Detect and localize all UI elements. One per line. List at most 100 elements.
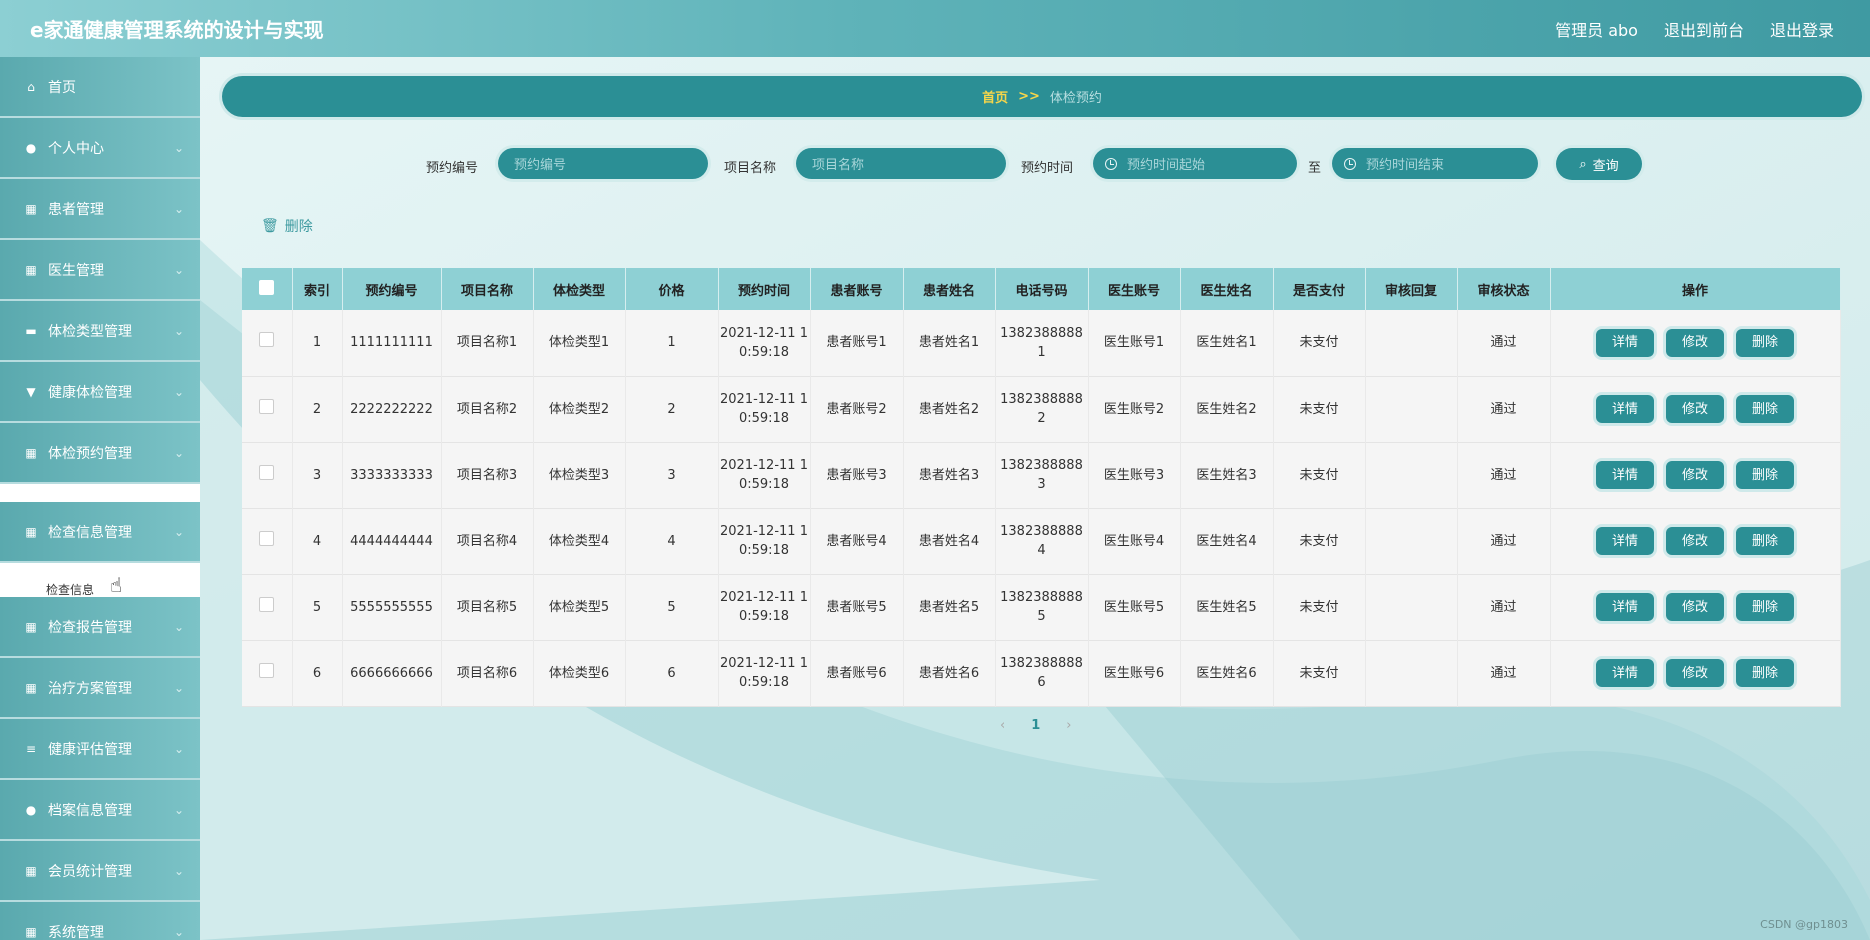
breadcrumb-separator: >>: [1018, 89, 1040, 104]
back-to-front-link[interactable]: 退出到前台: [1664, 17, 1744, 41]
cell-reply: [1365, 310, 1458, 376]
cell-actions: 详情 修改 删除: [1550, 376, 1841, 442]
cell-paid: 未支付: [1273, 640, 1366, 706]
detail-button[interactable]: 详情: [1596, 593, 1654, 621]
submenu-strip: [0, 484, 200, 502]
cell-dacc: 医生账号3: [1088, 442, 1181, 508]
select-all-cell[interactable]: [242, 268, 293, 310]
sidebar-item-member-stats[interactable]: ▦ 会员统计管理 ⌄: [0, 841, 200, 902]
row-select-cell[interactable]: [242, 574, 293, 640]
query-button[interactable]: ⌕ 查询: [1556, 148, 1642, 180]
next-page-button[interactable]: ›: [1066, 718, 1071, 733]
row-checkbox[interactable]: [259, 596, 275, 612]
delete-button[interactable]: 删除: [1736, 461, 1794, 489]
sidebar-item-doctors[interactable]: ▦ 医生管理 ⌄: [0, 240, 200, 301]
appointment-no-input[interactable]: 预约编号: [498, 148, 708, 179]
delete-button[interactable]: 删除: [1736, 527, 1794, 555]
sidebar-item-archives[interactable]: ● 档案信息管理 ⌄: [0, 780, 200, 841]
row-select-cell[interactable]: [242, 310, 293, 376]
table-header-row: 索引 预约编号 项目名称 体检类型 价格 预约时间 患者账号 患者姓名 电话号码…: [242, 268, 1841, 310]
logout-link[interactable]: 退出登录: [1770, 17, 1834, 41]
cell-dacc: 医生账号5: [1088, 574, 1181, 640]
cell-type: 体检类型2: [533, 376, 626, 442]
delete-button[interactable]: 删除: [1736, 328, 1794, 357]
detail-button[interactable]: 详情: [1596, 328, 1654, 357]
edit-button[interactable]: 修改: [1666, 461, 1724, 489]
cell-pacc: 患者账号5: [810, 574, 904, 640]
top-bar: e家通健康管理系统的设计与实现 管理员 abo 退出到前台 退出登录: [0, 0, 1870, 57]
sidebar-item-exam-appointments[interactable]: ▦ 体检预约管理 ⌄: [0, 423, 200, 484]
ticket-icon: ▬: [25, 323, 37, 338]
row-checkbox[interactable]: [259, 530, 275, 546]
row-select-cell[interactable]: [242, 376, 293, 442]
row-checkbox[interactable]: [259, 398, 275, 414]
row-select-cell[interactable]: [242, 640, 293, 706]
time-start-input[interactable]: 预约时间起始: [1093, 148, 1297, 179]
cell-name: 项目名称3: [441, 442, 534, 508]
table-row: 5 5555555555 项目名称5 体检类型5 5 2021-12-11 10:59:1…: [242, 574, 1841, 640]
breadcrumb-home[interactable]: 首页: [982, 87, 1008, 106]
select-all-checkbox[interactable]: [259, 279, 275, 295]
cell-phone: 13823888883: [995, 442, 1089, 508]
row-select-cell[interactable]: [242, 442, 293, 508]
delete-button[interactable]: 删除: [1736, 659, 1794, 687]
sidebar-item-label: 健康体检管理: [48, 384, 132, 401]
detail-button[interactable]: 详情: [1596, 527, 1654, 555]
row-checkbox[interactable]: [259, 662, 275, 678]
batch-delete-button[interactable]: 🗑 删除: [261, 216, 313, 236]
sidebar-item-health-exams[interactable]: ▼ 健康体检管理 ⌄: [0, 362, 200, 423]
sidebar-item-exam-reports[interactable]: ▦ 检查报告管理 ⌄: [0, 597, 200, 658]
sidebar-item-exam-info[interactable]: ▦ 检查信息管理 ⌄: [0, 502, 200, 563]
edit-button[interactable]: 修改: [1666, 328, 1724, 357]
edit-button[interactable]: 修改: [1666, 527, 1724, 555]
row-checkbox[interactable]: [259, 464, 275, 480]
cell-no: 3333333333: [342, 442, 442, 508]
column-header: 医生账号: [1088, 268, 1181, 310]
delete-label: 删除: [284, 219, 313, 235]
project-name-input[interactable]: 项目名称: [796, 148, 1006, 179]
detail-button[interactable]: 详情: [1596, 659, 1654, 687]
detail-button[interactable]: 详情: [1596, 395, 1654, 423]
table-row: 2 2222222222 项目名称2 体检类型2 2 2021-12-11 10:59:1…: [242, 376, 1841, 442]
prev-page-button[interactable]: ‹: [1000, 718, 1005, 733]
detail-button[interactable]: 详情: [1596, 461, 1654, 489]
submenu-item-exam-info[interactable]: 检查信息: [0, 563, 200, 597]
watermark: CSDN @gp1803: [1760, 918, 1848, 931]
cell-status: 通过: [1457, 574, 1551, 640]
cell-dname: 医生姓名4: [1180, 508, 1274, 574]
cell-pname: 患者姓名4: [903, 508, 996, 574]
column-header: 患者账号: [810, 268, 904, 310]
cell-status: 通过: [1457, 508, 1551, 574]
appointment-no-label: 预约编号: [426, 161, 479, 176]
cell-idx: 1: [292, 310, 343, 376]
sidebar-item-home[interactable]: ⌂ 首页: [0, 57, 200, 118]
table-row: 3 3333333333 项目名称3 体检类型3 3 2021-12-11 10:59:1…: [242, 442, 1841, 508]
sidebar-item-label: 系统管理: [48, 924, 104, 940]
sidebar-item-patients[interactable]: ▦ 患者管理 ⌄: [0, 179, 200, 240]
sidebar-item-treatment-plans[interactable]: ▦ 治疗方案管理 ⌄: [0, 658, 200, 719]
time-end-input[interactable]: 预约时间结束: [1332, 148, 1538, 179]
sidebar-item-exam-types[interactable]: ▬ 体检类型管理 ⌄: [0, 301, 200, 362]
cell-actions: 详情 修改 删除: [1550, 640, 1841, 706]
edit-button[interactable]: 修改: [1666, 659, 1724, 687]
sidebar-item-system[interactable]: ▦ 系统管理 ⌄: [0, 902, 200, 940]
edit-button[interactable]: 修改: [1666, 395, 1724, 423]
row-select-cell[interactable]: [242, 508, 293, 574]
column-header: 预约时间: [718, 268, 811, 310]
cell-time: 2021-12-11 10:59:18: [718, 508, 811, 574]
grid-icon: ▦: [25, 863, 37, 878]
clock-icon: [1344, 157, 1356, 170]
table-row: 4 4444444444 项目名称4 体检类型4 4 2021-12-11 10:59:1…: [242, 508, 1841, 574]
sidebar-item-health-assessment[interactable]: ≡ 健康评估管理 ⌄: [0, 719, 200, 780]
edit-button[interactable]: 修改: [1666, 593, 1724, 621]
row-checkbox[interactable]: [259, 332, 275, 348]
cell-time: 2021-12-11 10:59:18: [718, 310, 811, 376]
table-icon: ▦: [25, 445, 37, 460]
sidebar-item-label: 体检预约管理: [48, 445, 132, 462]
cell-pacc: 患者账号6: [810, 640, 904, 706]
page-number[interactable]: 1: [1031, 718, 1040, 733]
delete-button[interactable]: 删除: [1736, 395, 1794, 423]
delete-button[interactable]: 删除: [1736, 593, 1794, 621]
cell-paid: 未支付: [1273, 442, 1366, 508]
to-label: 至: [1308, 161, 1322, 176]
